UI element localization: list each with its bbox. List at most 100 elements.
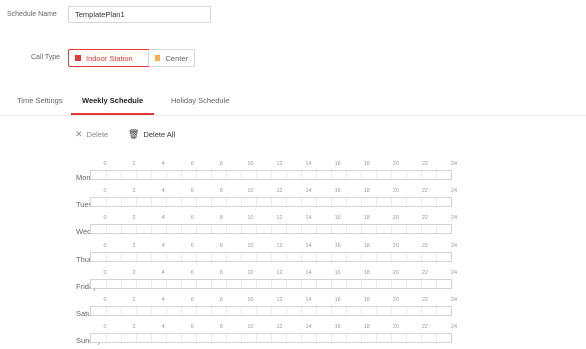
schedule-name-input[interactable]	[68, 6, 211, 23]
time-tick-label: 8	[219, 161, 223, 167]
time-tick-label: 2	[132, 161, 136, 167]
hour-gridline	[226, 225, 227, 234]
hour-gridline	[136, 334, 137, 343]
hour-gridline	[376, 225, 377, 234]
indoor-station-color-icon	[75, 55, 81, 61]
hour-gridline	[226, 252, 227, 261]
time-tick-label: 22	[421, 269, 428, 276]
day-schedule-bar[interactable]	[90, 170, 452, 180]
time-tick-label: 20	[392, 161, 399, 167]
hour-gridline	[151, 334, 152, 343]
hour-gridline	[256, 198, 257, 207]
hour-gridline	[346, 307, 347, 315]
hour-gridline	[106, 171, 107, 179]
hour-gridline	[181, 171, 182, 179]
hour-gridline	[106, 334, 107, 343]
hour-gridline	[376, 252, 377, 261]
hour-gridline	[301, 225, 302, 234]
hour-gridline	[211, 225, 212, 234]
hour-gridline	[376, 307, 377, 315]
hour-gridline	[136, 307, 137, 315]
time-tick-label: 14	[305, 161, 312, 167]
hour-gridline	[181, 279, 182, 288]
hour-gridline	[286, 225, 287, 234]
day-schedule-bar[interactable]	[90, 197, 452, 208]
hour-gridline	[121, 225, 122, 234]
hour-gridline	[271, 279, 272, 288]
day-schedule-bar[interactable]	[90, 251, 452, 262]
time-tick-label: 4	[161, 324, 165, 331]
time-tick-label: 16	[334, 269, 341, 276]
time-tick-label: 14	[305, 269, 312, 276]
hour-gridline	[346, 334, 347, 343]
time-tick-label: 20	[392, 242, 399, 249]
hour-gridline	[436, 171, 437, 179]
hour-gridline	[151, 307, 152, 315]
tab-time-settings[interactable]: Time Settings	[17, 96, 63, 105]
hour-gridline	[121, 171, 122, 179]
time-tick-label: 24	[450, 188, 458, 195]
time-tick-label: 18	[363, 242, 370, 249]
hour-gridline	[196, 171, 197, 179]
hour-gridline	[331, 334, 332, 343]
time-tick-label: 12	[276, 269, 283, 276]
delete-button[interactable]: ✕ Delete	[75, 129, 108, 140]
delete-label: Delete	[86, 130, 109, 139]
time-tick-label: 0	[103, 324, 107, 331]
hour-gridline	[166, 252, 167, 261]
time-tick-label: 18	[363, 269, 370, 276]
time-tick-label: 6	[190, 324, 194, 331]
time-tick-label: 18	[363, 297, 370, 303]
hour-gridline	[391, 279, 392, 288]
time-tick-label: 2	[132, 215, 136, 222]
time-tick-label: 24	[450, 161, 458, 167]
time-tick-label: 20	[392, 269, 399, 276]
hour-gridline	[166, 334, 167, 343]
active-tab-indicator	[71, 113, 154, 115]
hour-gridline	[136, 225, 137, 234]
day-schedule-bar[interactable]	[90, 306, 452, 316]
delete-all-label: Delete All	[143, 130, 176, 139]
hour-gridline	[391, 198, 392, 207]
tab-weekly-schedule[interactable]: Weekly Schedule	[82, 96, 143, 105]
hour-gridline	[151, 252, 152, 261]
hour-gridline	[106, 198, 107, 207]
delete-all-button[interactable]: 🗑 Delete All	[128, 129, 175, 140]
hour-gridline	[136, 279, 137, 288]
hour-gridline	[346, 171, 347, 179]
hour-gridline	[436, 252, 437, 261]
time-tick-label: 8	[219, 297, 223, 303]
hour-gridline	[316, 334, 317, 343]
day-schedule-bar[interactable]	[90, 333, 452, 344]
hour-gridline	[316, 252, 317, 261]
time-tick-label: 2	[132, 242, 136, 249]
day-schedule-bar[interactable]	[90, 278, 452, 289]
time-tick-label: 4	[161, 215, 165, 222]
hour-gridline	[271, 225, 272, 234]
hour-gridline	[331, 279, 332, 288]
call-type-indoor-station[interactable]: Indoor Station	[68, 49, 155, 67]
hour-gridline	[406, 307, 407, 315]
time-tick-label: 24	[450, 324, 458, 331]
hour-gridline	[196, 198, 197, 207]
hour-gridline	[196, 307, 197, 315]
hour-gridline	[286, 334, 287, 343]
call-type-label: Call Type	[31, 54, 61, 61]
time-tick-label: 8	[219, 269, 223, 276]
hour-gridline	[436, 279, 437, 288]
hour-gridline	[151, 171, 152, 179]
call-type-center[interactable]: Center	[148, 49, 195, 67]
hour-gridline	[166, 171, 167, 179]
time-tick-label: 10	[247, 269, 254, 276]
time-tick-label: 0	[103, 215, 107, 222]
time-tick-label: 10	[247, 324, 254, 331]
tab-holiday-schedule[interactable]: Holiday Schedule	[171, 96, 229, 105]
indoor-station-label: Indoor Station	[86, 53, 133, 63]
time-tick-label: 22	[421, 188, 428, 195]
hour-gridline	[376, 279, 377, 288]
day-schedule-bar[interactable]	[90, 224, 452, 235]
time-tick-label: 6	[190, 215, 194, 222]
hour-gridline	[376, 171, 377, 179]
time-tick-label: 0	[103, 269, 107, 276]
hour-gridline	[271, 252, 272, 261]
